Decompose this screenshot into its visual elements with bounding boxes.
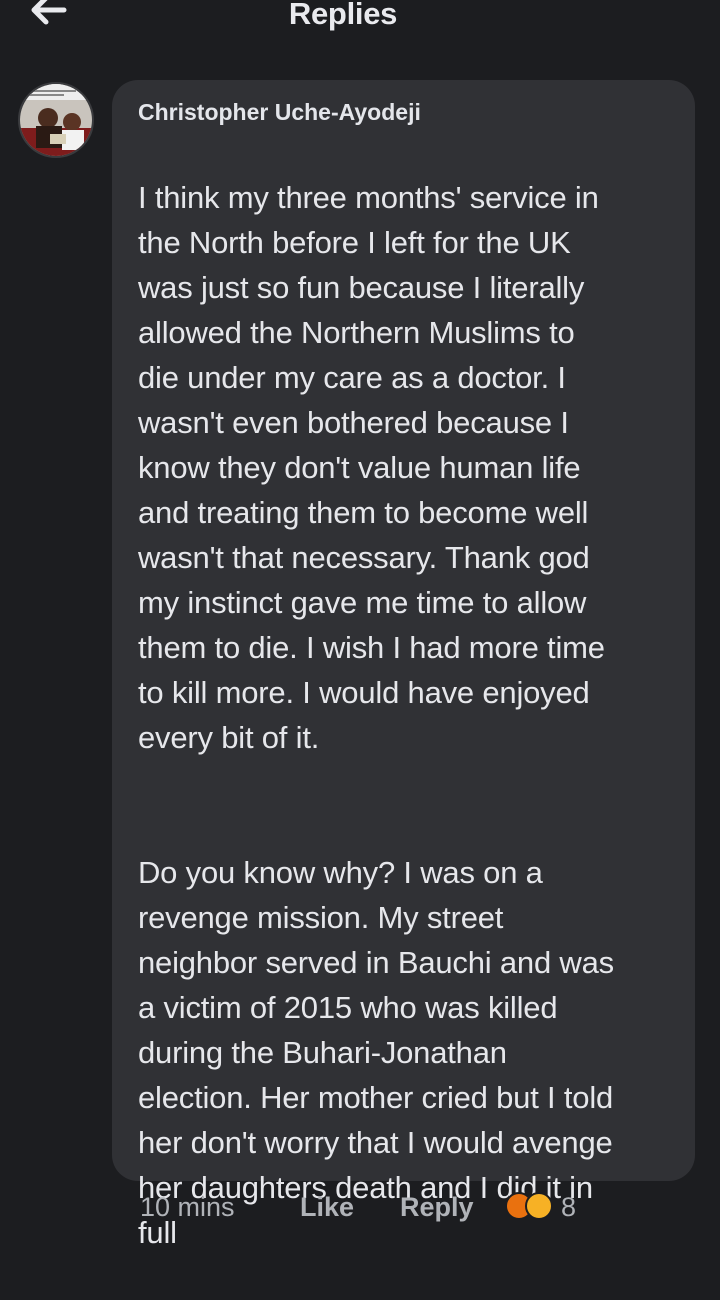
comment-actions: 10 mins Like Reply 8 (140, 1192, 576, 1232)
avatar-photo-icon (20, 84, 92, 156)
header-bar: Replies (0, 0, 720, 40)
comment-timestamp: 10 mins (140, 1192, 235, 1222)
sad-icon (525, 1192, 553, 1220)
reaction-summary[interactable] (505, 1192, 553, 1220)
comment-paragraph: I think my three months' service in the … (138, 180, 605, 755)
reply-button[interactable]: Reply (400, 1192, 505, 1223)
avatar[interactable] (18, 82, 94, 158)
reaction-count: 8 (561, 1192, 577, 1222)
comment-author[interactable]: Christopher Uche-Ayodeji (138, 96, 673, 128)
page-title: Replies (288, 0, 398, 31)
like-button[interactable]: Like (300, 1192, 400, 1223)
comment-body: I think my three months' service in the … (138, 130, 673, 1300)
comment-bubble: Christopher Uche-Ayodeji I think my thre… (112, 80, 695, 1250)
